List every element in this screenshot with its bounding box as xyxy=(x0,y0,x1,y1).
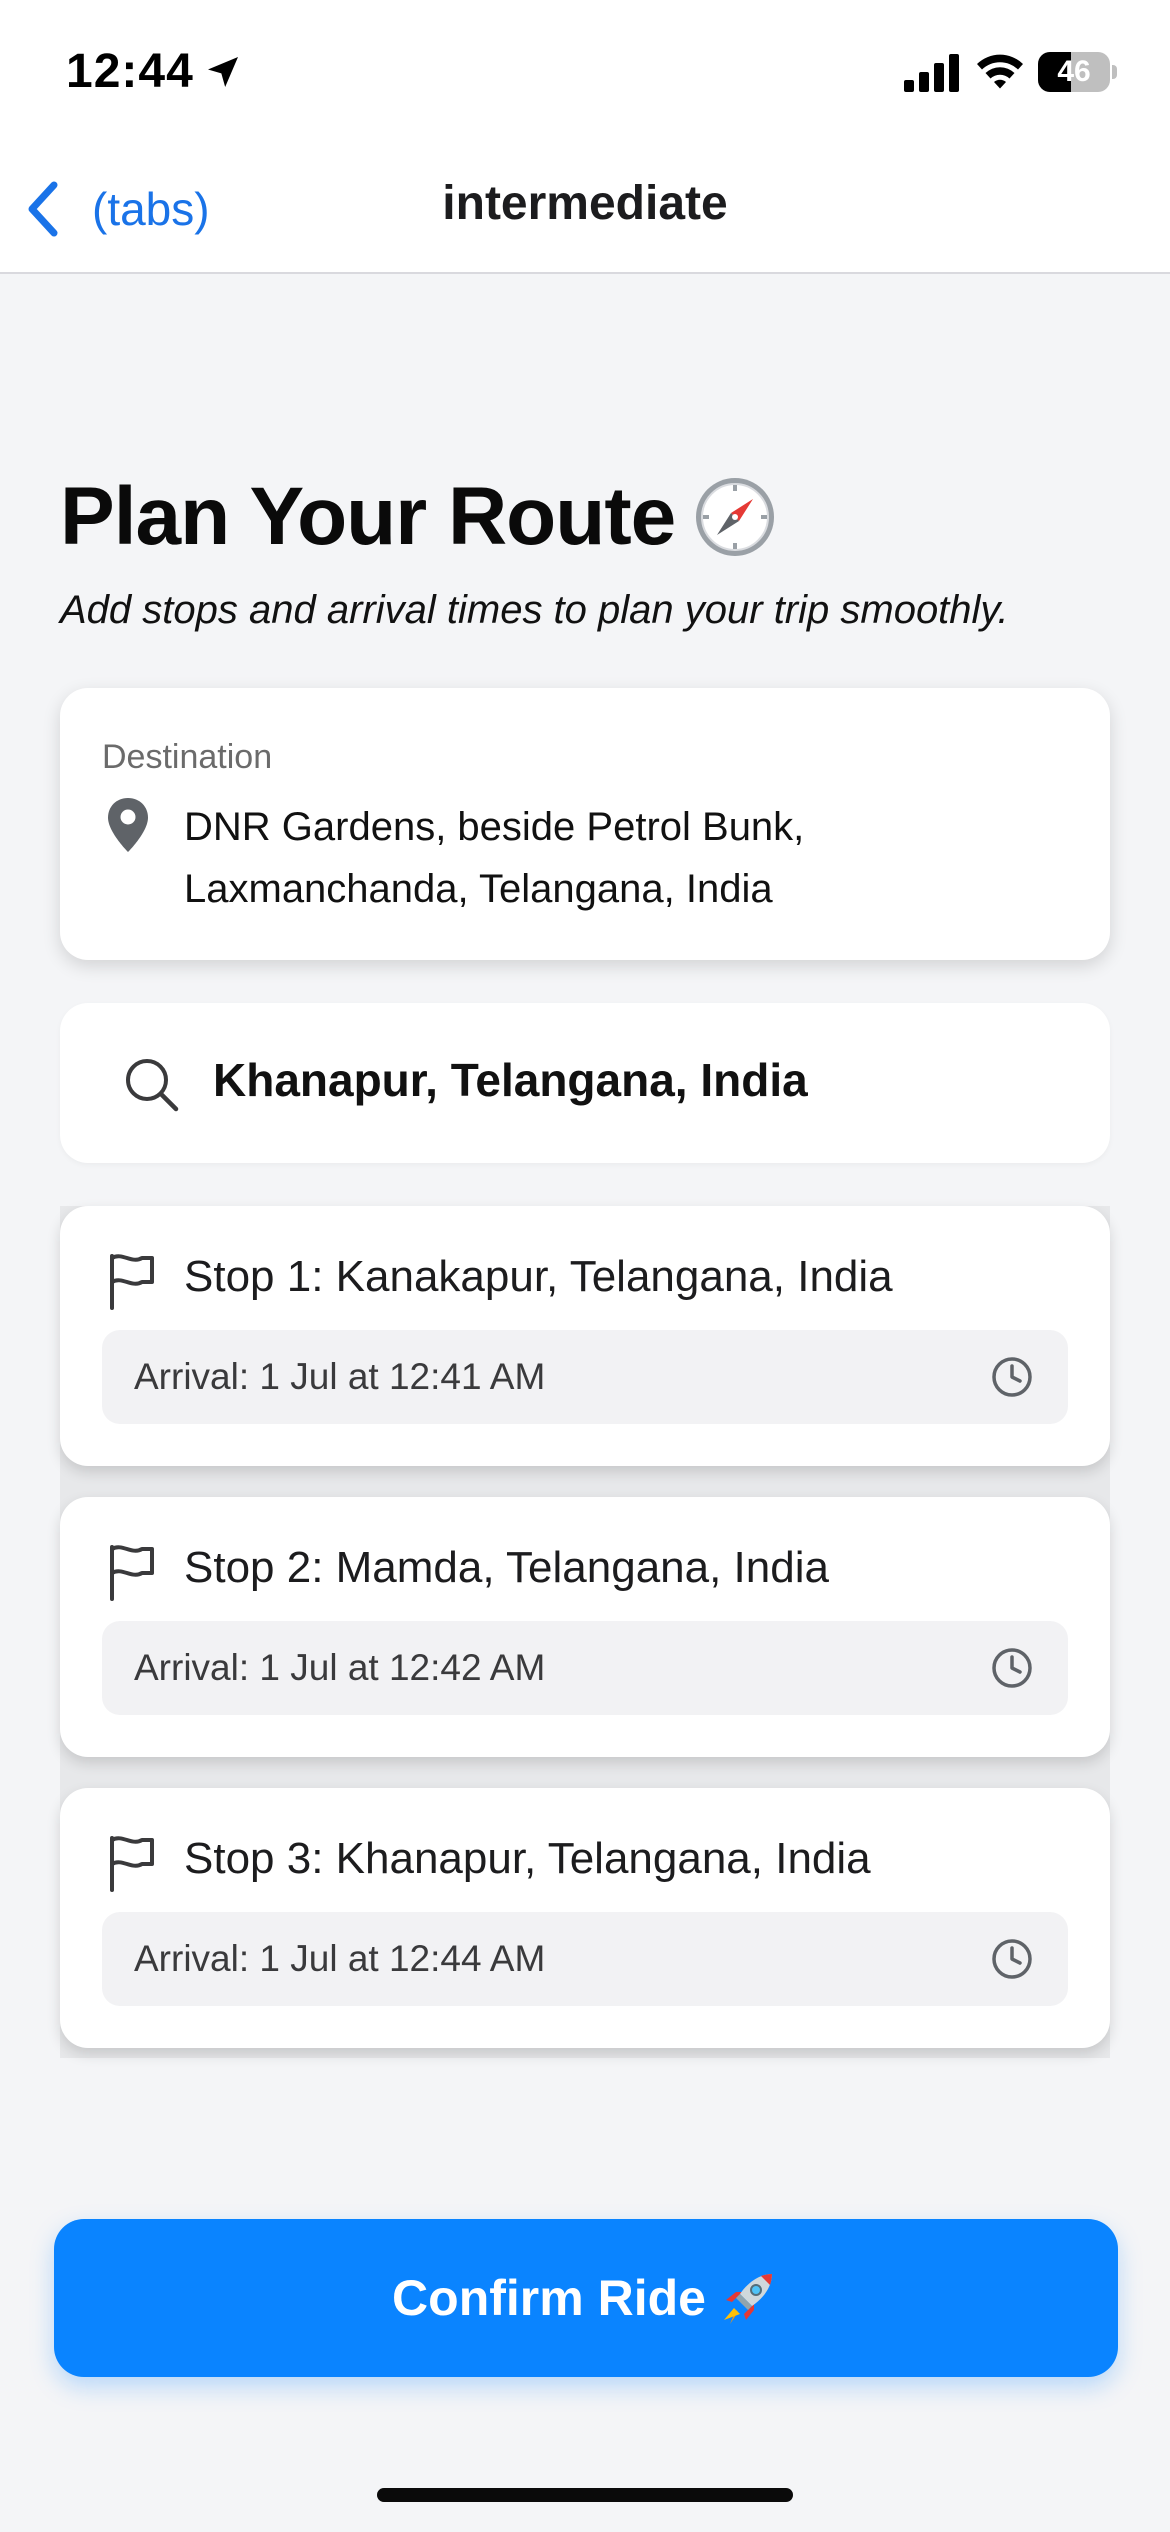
stop-title: Stop 1: Kanakapur, Telangana, India xyxy=(184,1252,893,1301)
location-arrow-icon xyxy=(208,57,238,87)
stop-card-3[interactable]: Stop 3: Khanapur, Telangana, India Arriv… xyxy=(60,1788,1110,2048)
arrival-time-picker[interactable]: Arrival: 1 Jul at 12:44 AM xyxy=(102,1912,1068,2006)
search-input-value: Khanapur, Telangana, India xyxy=(213,1054,808,1106)
map-pin-icon xyxy=(108,798,148,852)
clock-icon xyxy=(992,1648,1032,1688)
status-time: 12:44 xyxy=(66,45,194,98)
battery-icon: 46 xyxy=(1038,52,1117,92)
flag-icon xyxy=(110,1545,154,1601)
confirm-ride-button[interactable]: Confirm Ride xyxy=(54,2219,1118,2377)
stop-card-1[interactable]: Stop 1: Kanakapur, Telangana, India Arri… xyxy=(60,1206,1110,1466)
arrival-time-picker[interactable]: Arrival: 1 Jul at 12:41 AM xyxy=(102,1330,1068,1424)
battery-tip xyxy=(1112,65,1117,79)
battery-level: 46 xyxy=(1057,55,1091,88)
arrival-time-text: Arrival: 1 Jul at 12:41 AM xyxy=(134,1356,546,1397)
destination-card[interactable]: Destination DNR Gardens, beside Petrol B… xyxy=(60,688,1110,960)
page-title: Plan Your Route xyxy=(60,471,676,562)
flag-icon xyxy=(110,1836,154,1892)
clock-icon xyxy=(992,1357,1032,1397)
stops-list: Stop 1: Kanakapur, Telangana, India Arri… xyxy=(60,1206,1110,2058)
page-subtitle: Add stops and arrival times to plan your… xyxy=(60,588,1009,632)
battery-body: 46 xyxy=(1038,52,1110,92)
home-indicator xyxy=(377,2488,793,2502)
wifi-icon xyxy=(977,54,1023,89)
rocket-icon xyxy=(723,2274,772,2324)
arrival-time-text: Arrival: 1 Jul at 12:44 AM xyxy=(134,1938,546,1979)
destination-address: DNR Gardens, beside Petrol Bunk, Laxmanc… xyxy=(184,805,805,911)
search-icon xyxy=(126,1059,179,1112)
clock-icon xyxy=(992,1939,1032,1979)
flag-icon xyxy=(110,1254,154,1310)
stop-title: Stop 2: Mamda, Telangana, India xyxy=(184,1543,829,1592)
stop-title: Stop 3: Khanapur, Telangana, India xyxy=(184,1834,871,1883)
stop-card-2[interactable]: Stop 2: Mamda, Telangana, India Arrival:… xyxy=(60,1497,1110,1757)
compass-icon xyxy=(696,478,775,556)
confirm-ride-label: Confirm Ride xyxy=(392,2270,706,2326)
navigation-bar: intermediate (tabs) xyxy=(0,150,1170,274)
page-heading: Plan Your Route xyxy=(60,470,777,564)
chevron-left-icon xyxy=(28,181,58,237)
arrival-time-text: Arrival: 1 Jul at 12:42 AM xyxy=(134,1647,546,1688)
status-bar: 12:44 46 xyxy=(0,0,1170,150)
destination-label: Destination xyxy=(102,738,273,776)
route-planner-screen: 12:44 46 intermediate (tabs) Plan Your R… xyxy=(0,0,1170,2532)
back-label: (tabs) xyxy=(92,183,210,235)
arrival-time-picker[interactable]: Arrival: 1 Jul at 12:42 AM xyxy=(102,1621,1068,1715)
stop-search-input[interactable]: Khanapur, Telangana, India xyxy=(60,1003,1110,1163)
back-button[interactable]: (tabs) xyxy=(24,174,210,244)
cellular-signal-icon xyxy=(904,54,959,92)
